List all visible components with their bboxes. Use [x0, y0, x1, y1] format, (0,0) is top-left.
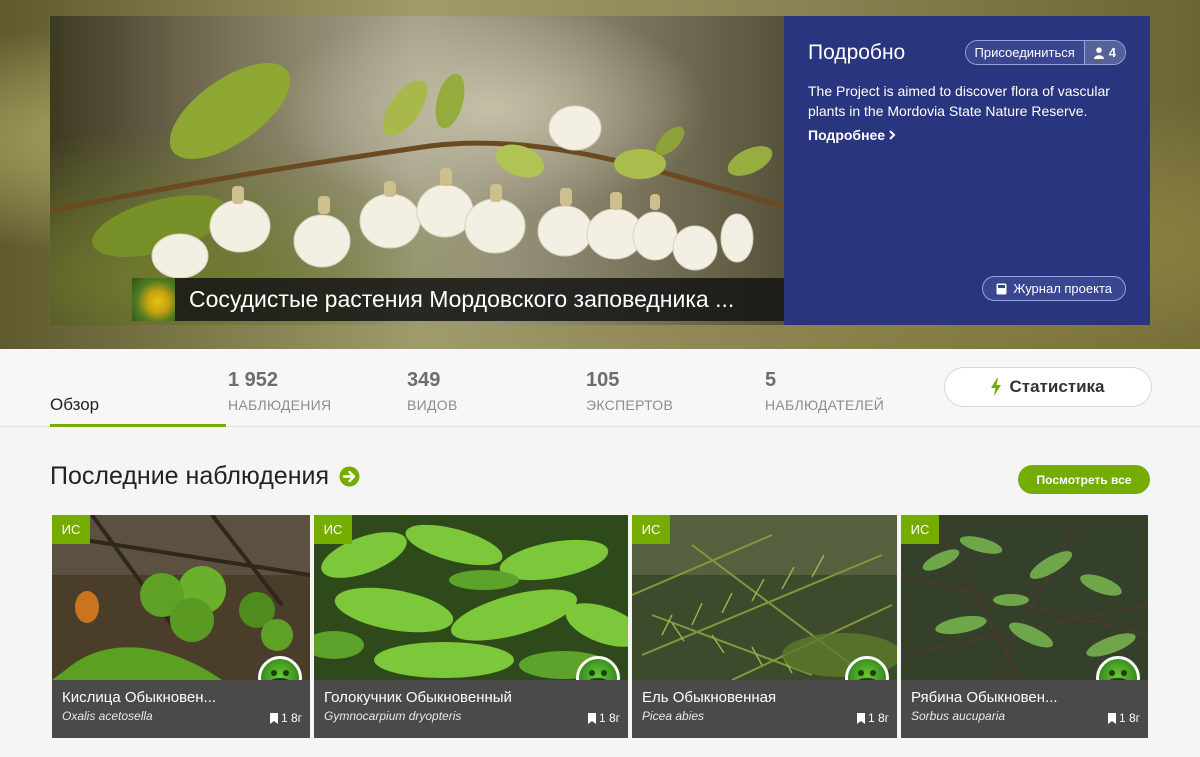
- observation-age-label: 1 8г: [598, 711, 620, 725]
- stat-identifiers[interactable]: 105 Экспертов: [586, 369, 673, 413]
- observation-common-name[interactable]: Кислица Обыкновен...: [62, 689, 234, 706]
- observation-card[interactable]: ИС Голокучник Обыкновенный Gymnocarpium …: [314, 515, 628, 738]
- observation-scientific-name: Oxalis acetosella: [62, 709, 153, 723]
- join-group: Присоединиться 4: [964, 40, 1126, 65]
- observation-scientific-name: Picea abies: [642, 709, 705, 723]
- statistics-button-label: Статистика: [1009, 377, 1105, 396]
- project-title-bar[interactable]: Сосудистые растения Мордовского заповедн…: [132, 278, 784, 321]
- statistics-button[interactable]: Статистика: [944, 367, 1152, 407]
- read-more-label: Подробнее: [808, 127, 886, 143]
- hero-banner: Сосудистые растения Мордовского заповедн…: [0, 0, 1200, 349]
- view-all-button[interactable]: Посмотреть все: [1018, 465, 1150, 494]
- observation-card[interactable]: ИС Рябина Обыкновен... Sorbus aucuparia …: [901, 515, 1148, 738]
- stat-observers-label: Наблюдателей: [765, 397, 885, 413]
- observation-info: Кислица Обыкновен... Oxalis acetosella 1…: [52, 680, 310, 738]
- observation-common-name[interactable]: Ель Обыкновенная: [642, 689, 814, 706]
- arrow-circle-right-icon[interactable]: [339, 466, 360, 487]
- stat-observers-value: 5: [765, 369, 777, 391]
- stat-identifiers-label: Экспертов: [586, 397, 674, 413]
- stat-observations[interactable]: 1 952 Наблюдения: [228, 369, 331, 413]
- read-more-link[interactable]: Подробнее: [808, 127, 896, 143]
- quality-grade-badge: ИС: [52, 515, 90, 544]
- project-title: Сосудистые растения Мордовского заповедн…: [189, 286, 735, 312]
- observation-age-label: 1 8г: [280, 711, 302, 725]
- observation-photo[interactable]: [314, 515, 628, 680]
- members-count-button[interactable]: 4: [1083, 41, 1125, 64]
- journal-icon: [996, 283, 1007, 294]
- observation-photo[interactable]: [52, 515, 310, 680]
- tab-overview[interactable]: Обзор: [50, 349, 226, 427]
- observation-age-label: 1 8г: [867, 711, 889, 725]
- recent-observations-header: Последние наблюдения: [50, 462, 360, 491]
- join-button[interactable]: Присоединиться: [965, 41, 1084, 64]
- user-icon: [1093, 46, 1104, 59]
- project-description: The Project is aimed to discover flora o…: [808, 83, 1110, 119]
- observation-card[interactable]: ИС Ель Обыкновенная Picea abies 1 8г: [632, 515, 897, 738]
- observation-age: 1 8г: [856, 711, 889, 725]
- stat-species-value: 349: [407, 369, 441, 391]
- quality-grade-badge: ИС: [314, 515, 352, 544]
- observation-card[interactable]: ИС Кислица Обыкновен... Oxalis acetosell…: [52, 515, 310, 738]
- observation-age: 1 8г: [1107, 711, 1140, 725]
- observation-info: Ель Обыкновенная Picea abies 1 8г: [632, 680, 897, 738]
- observation-age: 1 8г: [269, 711, 302, 725]
- project-icon: [132, 278, 175, 321]
- lightning-icon: [991, 378, 1002, 396]
- observation-photo[interactable]: [632, 515, 897, 680]
- project-cover-photo: Сосудистые растения Мордовского заповедн…: [50, 16, 784, 325]
- members-count: 4: [1108, 45, 1116, 60]
- observation-age: 1 8г: [587, 711, 620, 725]
- project-stats-bar: Обзор 1 952 Наблюдения 349 Видов 105 Экс…: [0, 349, 1200, 427]
- tab-overview-label: Обзор: [50, 395, 100, 414]
- stat-observers[interactable]: 5 Наблюдателей: [765, 369, 884, 413]
- quality-grade-badge: ИС: [901, 515, 939, 544]
- stat-identifiers-value: 105: [586, 369, 620, 391]
- stat-observations-value: 1 952: [228, 369, 279, 391]
- bookmark-icon: [1107, 712, 1116, 724]
- observation-scientific-name: Sorbus aucuparia: [911, 709, 1006, 723]
- quality-grade-badge: ИС: [632, 515, 670, 544]
- observation-age-label: 1 8г: [1118, 711, 1140, 725]
- bookmark-icon: [587, 712, 596, 724]
- recent-observations-title: Последние наблюдения: [50, 462, 330, 490]
- bookmark-icon: [856, 712, 865, 724]
- project-journal-button[interactable]: Журнал проекта: [982, 276, 1126, 301]
- observation-scientific-name: Gymnocarpium dryopteris: [324, 709, 462, 723]
- observation-common-name[interactable]: Рябина Обыкновен...: [911, 689, 1071, 706]
- observation-info: Рябина Обыкновен... Sorbus aucuparia 1 8…: [901, 680, 1148, 738]
- stat-observations-label: Наблюдения: [228, 397, 332, 413]
- observation-info: Голокучник Обыкновенный Gymnocarpium dry…: [314, 680, 628, 738]
- stat-species[interactable]: 349 Видов: [407, 369, 458, 413]
- stat-species-label: Видов: [407, 397, 458, 413]
- journal-label: Журнал проекта: [1013, 281, 1112, 296]
- observation-common-name[interactable]: Голокучник Обыкновенный: [324, 689, 564, 706]
- details-heading: Подробно: [808, 40, 906, 64]
- chevron-right-icon: [889, 130, 896, 140]
- bookmark-icon: [269, 712, 278, 724]
- project-details-panel: Подробно Присоединиться 4 The Project is…: [784, 16, 1150, 325]
